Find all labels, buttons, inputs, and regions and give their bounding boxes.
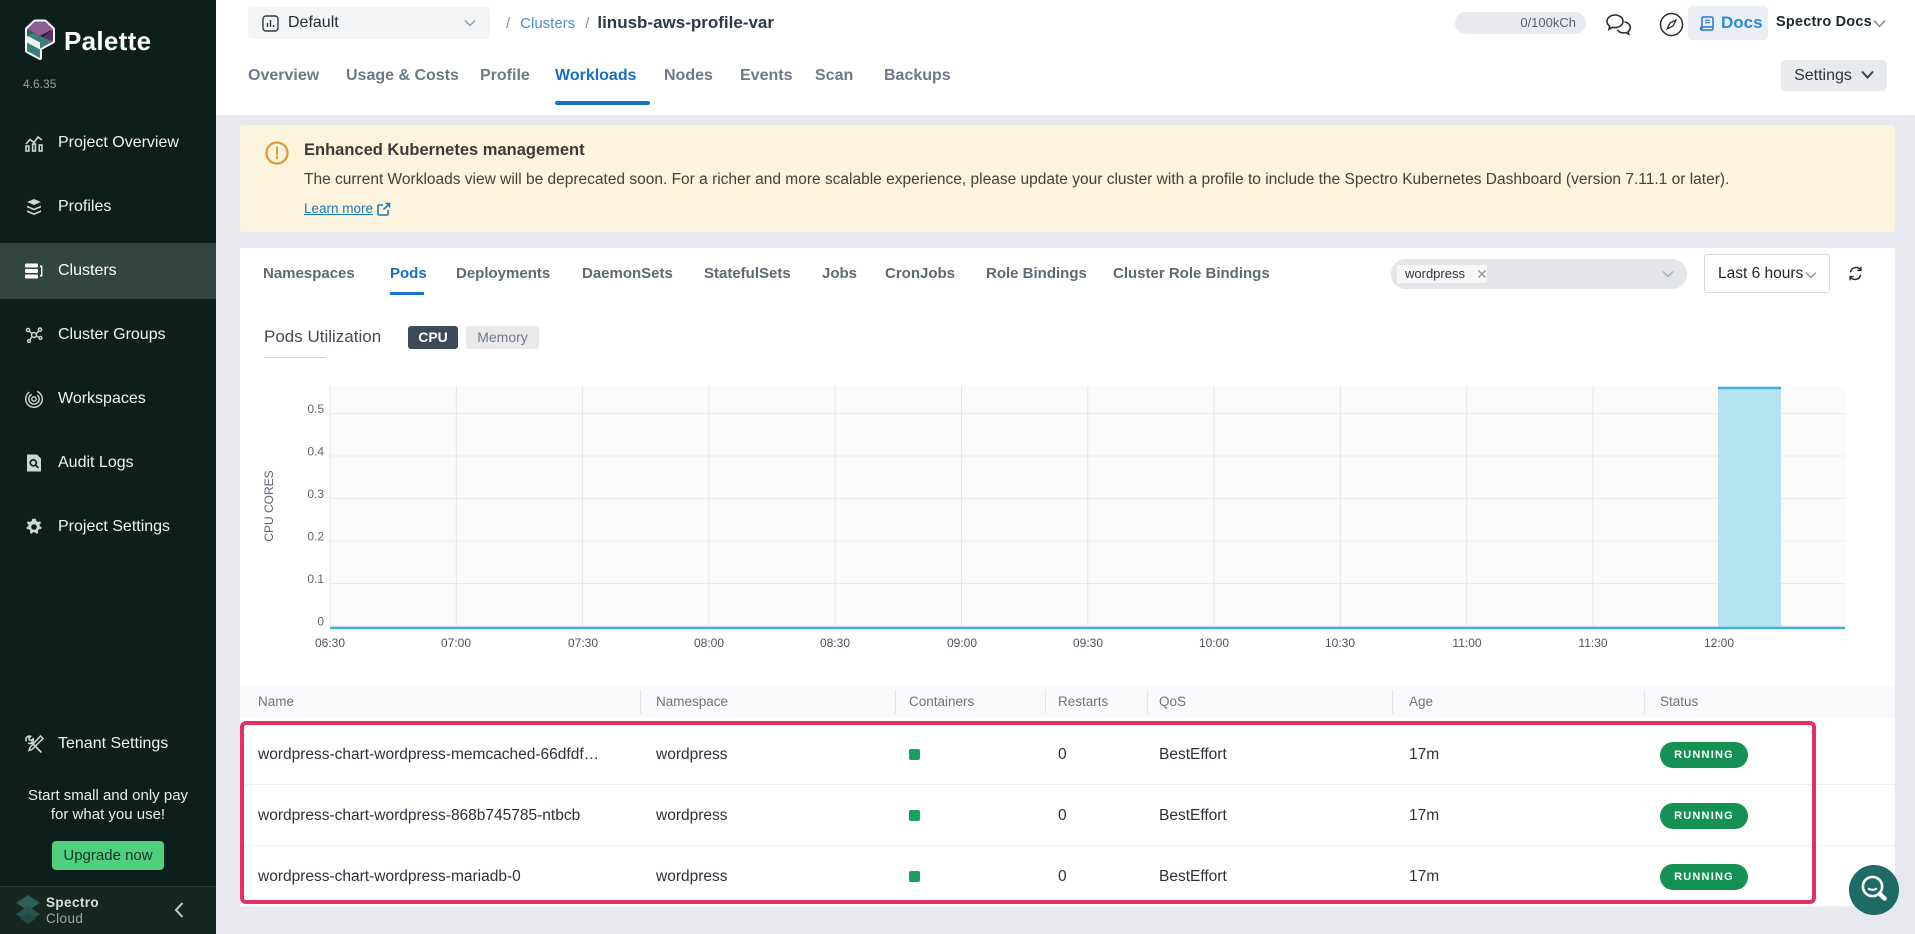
svg-text:0.5: 0.5: [307, 402, 324, 416]
svg-text:08:00: 08:00: [694, 636, 724, 650]
svg-text:0.2: 0.2: [307, 530, 324, 544]
svg-text:10:30: 10:30: [1325, 636, 1355, 650]
svg-text:12:00: 12:00: [1704, 636, 1734, 650]
svg-text:07:00: 07:00: [441, 636, 471, 650]
svg-text:0.1: 0.1: [307, 572, 324, 586]
svg-text:06:30: 06:30: [315, 636, 345, 650]
svg-text:0.4: 0.4: [307, 445, 324, 459]
svg-text:08:30: 08:30: [820, 636, 850, 650]
svg-text:07:30: 07:30: [568, 636, 598, 650]
svg-text:CPU CORES: CPU CORES: [262, 470, 276, 541]
svg-text:11:30: 11:30: [1578, 636, 1607, 650]
svg-text:10:00: 10:00: [1199, 636, 1229, 650]
svg-text:09:30: 09:30: [1073, 636, 1103, 650]
svg-text:09:00: 09:00: [947, 636, 977, 650]
svg-text:11:00: 11:00: [1452, 636, 1481, 650]
svg-text:0: 0: [317, 615, 324, 629]
svg-text:0.3: 0.3: [307, 487, 324, 501]
